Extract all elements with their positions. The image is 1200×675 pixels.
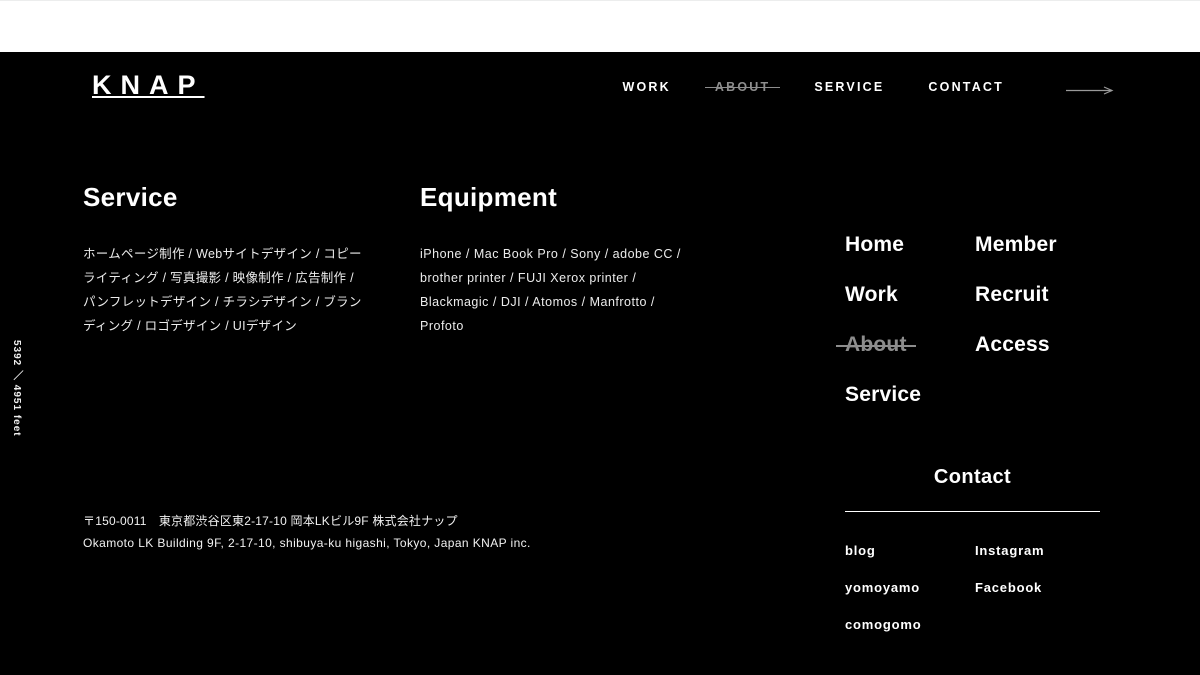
arrow-right-icon[interactable]: [1066, 82, 1114, 95]
footer-nav-item-member[interactable]: Member: [975, 234, 1057, 255]
top-hairline-divider: [0, 0, 1200, 1]
social-link-facebook[interactable]: Facebook: [975, 581, 1042, 594]
equipment-heading: Equipment: [420, 182, 558, 212]
nav-item-contact[interactable]: CONTACT: [928, 80, 1004, 94]
service-body: ホームページ制作 / Webサイトデザイン / コピーライティング / 写真撮影…: [83, 247, 362, 333]
company-address: 〒150-0011 東京都渋谷区東2-17-10 岡本LKビル9F 株式会社ナッ…: [83, 510, 531, 554]
top-white-band: [0, 0, 1200, 52]
equipment-column: Equipment iPhone / Mac Book Pro / Sony /…: [420, 184, 690, 338]
footer-nav-item-recruit[interactable]: Recruit: [975, 284, 1049, 305]
footer-nav-item-about[interactable]: About: [836, 334, 916, 355]
footer-nav-item-work[interactable]: Work: [845, 284, 898, 305]
brand-logo[interactable]: KNAP: [92, 72, 205, 99]
footer-nav-item-access[interactable]: Access: [975, 334, 1050, 355]
equipment-body: iPhone / Mac Book Pro / Sony / adobe CC …: [420, 247, 681, 333]
service-heading: Service: [83, 182, 178, 212]
social-link-blog[interactable]: blog: [845, 544, 876, 557]
page-root: KNAP WORK ABOUT SERVICE CONTACT 5392 ／ 4…: [0, 0, 1200, 675]
social-column-left: blog yomoyamo comogomo: [845, 544, 975, 655]
social-link-comogomo[interactable]: comogomo: [845, 618, 921, 631]
nav-item-service[interactable]: SERVICE: [814, 80, 884, 94]
address-line-en: Okamoto LK Building 9F, 2-17-10, shibuya…: [83, 536, 531, 550]
main-nav: WORK ABOUT SERVICE CONTACT: [623, 80, 1114, 95]
social-column-right: Instagram Facebook: [975, 544, 1105, 655]
nav-item-work[interactable]: WORK: [623, 80, 671, 94]
social-link-yomoyamo[interactable]: yomoyamo: [845, 581, 920, 594]
footer-nav-item-service[interactable]: Service: [845, 384, 921, 405]
social-links: blog yomoyamo comogomo Instagram Faceboo…: [845, 544, 1100, 655]
site-footer: KNAP WORK ABOUT SERVICE CONTACT 5392 ／ 4…: [0, 52, 1200, 675]
address-line-jp: 〒150-0011 東京都渋谷区東2-17-10 岡本LKビル9F 株式会社ナッ…: [83, 514, 458, 528]
site-header: KNAP WORK ABOUT SERVICE CONTACT: [0, 52, 1200, 126]
footer-nav-item-home[interactable]: Home: [845, 234, 904, 255]
social-link-instagram[interactable]: Instagram: [975, 544, 1044, 557]
scroll-meter-label: 5392 ／ 4951 feet: [11, 340, 22, 437]
footer-nav-column-left: Home Work About Service: [836, 234, 975, 434]
nav-item-about[interactable]: ABOUT: [704, 80, 781, 94]
contact-heading: Contact: [933, 466, 1012, 488]
contact-block: Contact blog yomoyamo comogomo Instagram…: [845, 467, 1100, 655]
contact-divider: [845, 511, 1100, 513]
footer-nav: Home Work About Service Member Recruit A…: [836, 234, 1135, 434]
footer-nav-column-right: Member Recruit Access: [975, 234, 1135, 434]
service-column: Service ホームページ制作 / Webサイトデザイン / コピーライティン…: [83, 184, 363, 338]
